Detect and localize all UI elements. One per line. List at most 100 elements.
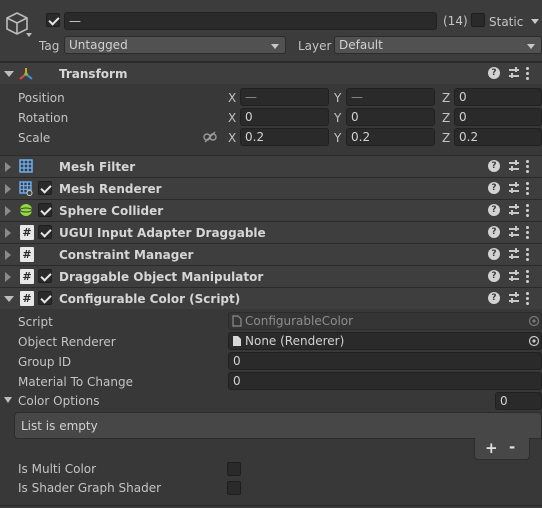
help-icon[interactable]: ? (488, 160, 500, 172)
more-menu-icon[interactable] (526, 248, 530, 261)
fold-arrow-icon[interactable] (5, 184, 11, 194)
axis-x-label[interactable]: X (228, 130, 236, 146)
script-field: ConfigurableColor (228, 312, 542, 330)
axis-z-label[interactable]: Z (442, 90, 450, 106)
settings-icon[interactable] (508, 181, 520, 195)
axis-y-label[interactable]: Y (334, 130, 341, 146)
bottom-divider (0, 505, 542, 506)
more-menu-icon[interactable] (526, 226, 530, 239)
list-footer: + - (474, 438, 530, 460)
fold-arrow-icon[interactable] (4, 296, 14, 302)
object-picker-icon[interactable] (528, 335, 540, 347)
help-icon[interactable]: ? (488, 182, 500, 194)
more-menu-icon[interactable] (526, 67, 530, 80)
enabled-checkbox[interactable] (38, 225, 52, 239)
more-menu-icon[interactable] (526, 160, 530, 173)
script-file-icon (232, 315, 242, 327)
add-element-button[interactable]: + (485, 439, 498, 457)
settings-icon[interactable] (508, 203, 520, 217)
script-icon: # (20, 247, 34, 262)
constrain-proportions-icon[interactable] (203, 131, 217, 143)
static-dropdown-icon[interactable] (531, 19, 539, 24)
header-actions: ? (488, 269, 538, 285)
fold-arrow-icon[interactable] (5, 250, 11, 260)
draggable-object-manipulator-header[interactable]: # Draggable Object Manipulator ? (0, 265, 542, 287)
enabled-checkbox[interactable] (38, 203, 52, 217)
ugui-input-adapter-header[interactable]: # UGUI Input Adapter Draggable ? (0, 221, 542, 243)
is-multi-color-checkbox[interactable] (227, 462, 241, 476)
component-title: UGUI Input Adapter Draggable (59, 226, 266, 240)
sphere-collider-header[interactable]: Sphere Collider ? (0, 199, 542, 221)
header-actions: ? (488, 203, 538, 219)
axis-y-label[interactable]: Y (334, 90, 341, 106)
rotation-y-field[interactable]: 0 (346, 108, 435, 126)
fold-arrow-icon[interactable] (5, 272, 11, 282)
sphere-icon (19, 204, 33, 216)
mesh-filter-header[interactable]: Mesh Filter ? (0, 155, 542, 177)
settings-icon[interactable] (508, 159, 520, 173)
axis-x-label[interactable]: X (228, 110, 236, 126)
help-icon[interactable]: ? (488, 226, 500, 238)
enabled-checkbox[interactable] (38, 181, 52, 195)
color-options-fold-icon[interactable] (4, 397, 12, 403)
settings-icon[interactable] (508, 225, 520, 239)
material-to-change-field[interactable]: 0 (228, 372, 542, 390)
position-x-field[interactable]: — (240, 88, 329, 106)
color-options-size-field[interactable]: 0 (495, 392, 542, 410)
fold-arrow-icon[interactable] (4, 71, 14, 77)
transform-header[interactable]: Transform ? (0, 62, 542, 84)
active-checkbox[interactable] (46, 13, 60, 27)
list-empty-text: List is empty (21, 419, 98, 433)
object-picker-icon (528, 315, 540, 327)
constraint-manager-header[interactable]: # Constraint Manager ? (0, 243, 542, 265)
rotation-z-field[interactable]: 0 (454, 108, 542, 126)
is-shader-graph-shader-checkbox[interactable] (227, 481, 241, 495)
fold-arrow-icon[interactable] (5, 206, 11, 216)
color-options-label[interactable]: Color Options (18, 393, 99, 409)
fold-arrow-icon[interactable] (5, 228, 11, 238)
mesh-renderer-header[interactable]: Mesh Renderer ? (0, 177, 542, 199)
scale-y-field[interactable]: 0.2 (346, 128, 435, 146)
object-renderer-field[interactable]: None (Renderer) (228, 332, 542, 350)
static-checkbox[interactable] (471, 13, 485, 27)
configurable-color-header[interactable]: # Configurable Color (Script) ? (0, 287, 542, 309)
axis-z-label[interactable]: Z (442, 110, 450, 126)
axis-y-label[interactable]: Y (334, 110, 341, 126)
group-id-field[interactable]: 0 (228, 352, 542, 370)
cube-dropdown-icon[interactable] (26, 33, 32, 37)
component-title: Draggable Object Manipulator (59, 270, 264, 284)
axis-z-label[interactable]: Z (442, 130, 450, 146)
name-field[interactable]: — (64, 12, 437, 30)
script-icon: # (20, 225, 34, 240)
settings-icon[interactable] (508, 291, 520, 305)
more-menu-icon[interactable] (526, 204, 530, 217)
help-icon[interactable]: ? (488, 204, 500, 216)
remove-element-button[interactable]: - (509, 438, 515, 456)
scale-z-field[interactable]: 0.2 (454, 128, 542, 146)
help-icon[interactable]: ? (488, 248, 500, 260)
help-icon[interactable]: ? (488, 67, 500, 79)
scale-x-field[interactable]: 0.2 (240, 128, 329, 146)
static-label: Static (489, 15, 524, 29)
layer-dropdown[interactable]: Default (334, 36, 542, 54)
help-icon[interactable]: ? (488, 270, 500, 282)
enabled-checkbox[interactable] (38, 291, 52, 305)
enabled-checkbox[interactable] (38, 269, 52, 283)
settings-icon[interactable] (508, 247, 520, 261)
more-menu-icon[interactable] (526, 182, 530, 195)
axis-x-label[interactable]: X (228, 90, 236, 106)
is-shader-graph-shader-label: Is Shader Graph Shader (18, 481, 162, 495)
fold-arrow-icon[interactable] (5, 162, 11, 172)
more-menu-icon[interactable] (526, 270, 530, 283)
material-to-change-label: Material To Change (18, 375, 133, 389)
mesh-renderer-icon (19, 181, 33, 196)
settings-icon[interactable] (508, 66, 520, 80)
help-icon[interactable]: ? (488, 292, 500, 304)
settings-icon[interactable] (508, 269, 520, 283)
position-z-field[interactable]: 0 (454, 88, 542, 106)
tag-dropdown[interactable]: Untagged (64, 36, 286, 54)
position-y-field[interactable]: — (346, 88, 435, 106)
rotation-x-field[interactable]: 0 (240, 108, 329, 126)
more-menu-icon[interactable] (526, 292, 530, 305)
header-actions: ? (488, 66, 538, 82)
